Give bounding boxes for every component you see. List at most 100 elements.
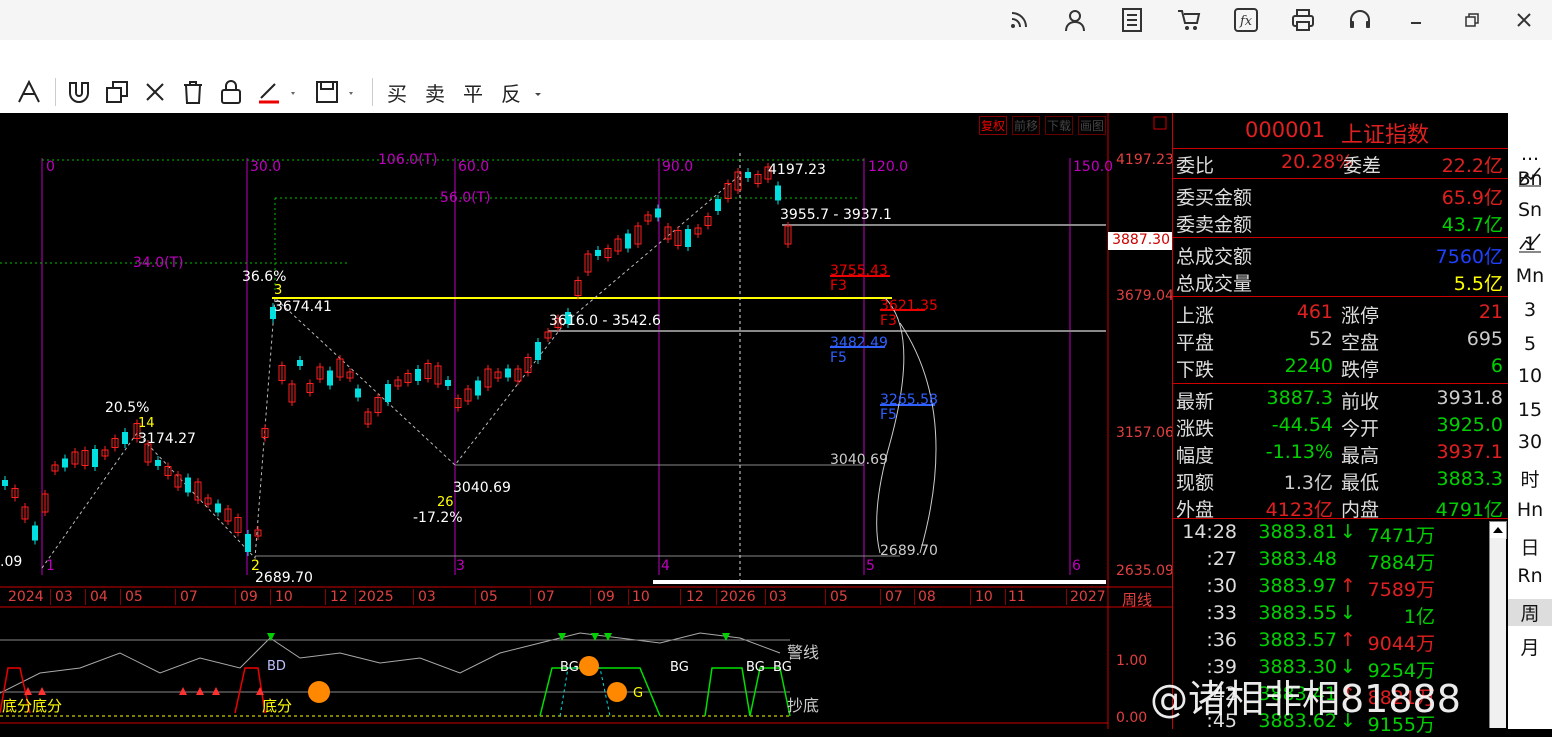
tick-time: 14:28 [1182, 521, 1237, 543]
text-tool-icon[interactable] [15, 76, 43, 108]
svg-text:fx: fx [1239, 14, 1253, 29]
period-button[interactable]: 月 [1508, 633, 1552, 660]
price-axis-label: 2635.09 [1116, 563, 1174, 579]
scroll-up-icon[interactable] [1489, 521, 1507, 539]
open-value: 3925.0 [1436, 414, 1503, 436]
period-button[interactable]: 15 [1508, 399, 1552, 421]
period-label[interactable]: 周线 [1122, 589, 1152, 610]
delete-x-icon[interactable] [141, 76, 169, 108]
time-axis-label: 11 [1008, 589, 1026, 605]
panel-toggle-icon[interactable] [1153, 116, 1167, 130]
copy-icon[interactable] [103, 76, 131, 108]
period-button[interactable]: 日 [1508, 533, 1552, 560]
chevron-down-icon[interactable] [528, 76, 548, 108]
trash-icon[interactable] [179, 76, 207, 108]
prev-close-value: 3931.8 [1436, 387, 1503, 409]
period-button[interactable]: 5 [1508, 333, 1552, 355]
last-value: 3887.3 [1266, 387, 1333, 409]
line-chart-icon[interactable] [1518, 231, 1542, 253]
signal-label: BG [773, 660, 792, 675]
time-axis-label: 08 [918, 589, 936, 605]
period-button[interactable]: 时 [1508, 465, 1552, 492]
low-label: 最低 [1341, 472, 1380, 494]
signal-label: BG [670, 660, 689, 675]
total-amount-value: 7560亿 [1435, 246, 1503, 268]
low-value: 3883.3 [1436, 468, 1503, 490]
price-annotation: 2689.70 [255, 570, 313, 586]
formula-icon[interactable]: fx [1232, 6, 1260, 34]
shift-button[interactable]: 前移 [1012, 116, 1041, 135]
projection-label: 3621.35 [880, 298, 938, 314]
close-icon[interactable] [1510, 6, 1538, 34]
projection-label: F5 [830, 350, 847, 366]
lock-icon[interactable] [217, 76, 245, 108]
download-button[interactable]: 下载 [1045, 116, 1074, 135]
projection-label: 3040.69 [830, 452, 888, 468]
adjust-button[interactable]: 复权 [979, 116, 1008, 135]
reverse-button[interactable]: 反 [497, 76, 525, 108]
tick-direction: ↓ [1340, 521, 1356, 543]
tick-direction: ↓ [1340, 602, 1356, 624]
signal-label: 底分 [262, 697, 293, 715]
buy-button[interactable]: 买 [383, 76, 411, 108]
projection-label: F3 [880, 313, 897, 329]
cycle-number: 1 [46, 558, 55, 574]
minimize-icon[interactable] [1402, 6, 1430, 34]
time-axis-label: 07 [885, 589, 903, 605]
document-icon[interactable] [1118, 6, 1146, 34]
pct-label: 幅度 [1176, 445, 1215, 467]
sell-button[interactable]: 卖 [421, 76, 449, 108]
flat-label: 平盘 [1176, 332, 1215, 354]
tick-scrollbar[interactable] [1489, 538, 1506, 728]
open-label: 今开 [1341, 418, 1380, 440]
rss-icon[interactable] [1005, 6, 1033, 34]
current-price-tag: 3887.30 [1108, 232, 1172, 250]
signal-label: BG [560, 660, 579, 675]
period-button[interactable]: Hn [1508, 499, 1552, 521]
cart-icon[interactable] [1175, 6, 1203, 34]
magnet-icon[interactable] [65, 76, 93, 108]
period-button[interactable]: Sn [1508, 199, 1552, 221]
tick-volume: 7884万 [1367, 552, 1435, 574]
price-axis-label: 3157.06 [1116, 425, 1174, 441]
suspend-label: 空盘 [1341, 332, 1380, 354]
period-button[interactable]: Rn [1508, 565, 1552, 587]
period-button[interactable]: 30 [1508, 431, 1552, 453]
projection-label: 3482.49 [830, 335, 888, 351]
time-axis-label: 05 [830, 589, 848, 605]
period-button[interactable]: 3 [1508, 299, 1552, 321]
period-button[interactable]: Mn [1508, 265, 1552, 287]
period-button[interactable]: 10 [1508, 365, 1552, 387]
change-label: 涨跌 [1176, 418, 1215, 440]
cycle-number: 6 [1072, 558, 1081, 574]
pct-annotation: -17.2% [413, 510, 463, 526]
line-chart-icon[interactable] [1518, 165, 1542, 187]
user-icon[interactable] [1061, 6, 1089, 34]
period-button[interactable]: 周 [1508, 599, 1552, 626]
tick-direction: ↑ [1340, 575, 1356, 597]
kline-chart-area[interactable]: 复权 前移 下载 画图 4197.23 3679.04 3157.06 2635… [0, 113, 1174, 729]
time-axis-label: 07 [537, 589, 555, 605]
chart-canvas[interactable] [0, 113, 1172, 729]
signal-label: BG [746, 660, 765, 675]
down-value: 2240 [1284, 355, 1333, 377]
prev-close-label: 前收 [1341, 391, 1380, 413]
close-position-button[interactable]: 平 [459, 76, 487, 108]
tick-time: :33 [1206, 602, 1237, 624]
price-annotation: 3674.41 [274, 299, 332, 315]
printer-icon[interactable] [1289, 6, 1317, 34]
price-annotation: .09 [0, 554, 23, 570]
time-axis-label: 07 [180, 589, 198, 605]
window-title-bar [0, 0, 1552, 41]
headset-icon[interactable] [1346, 6, 1374, 34]
tick-volume: 7589万 [1367, 579, 1435, 601]
draw-button[interactable]: 画图 [1078, 116, 1107, 135]
stock-code: 000001 [1245, 118, 1326, 142]
pen-color-icon[interactable] [255, 76, 299, 108]
buy-amount-value: 65.9亿 [1441, 187, 1503, 209]
save-icon[interactable] [313, 76, 361, 108]
time-axis-label: 09 [597, 589, 615, 605]
period-button[interactable]: ... [1508, 143, 1552, 165]
restore-icon[interactable] [1458, 6, 1486, 34]
projection-label: 3265.58 [880, 392, 938, 408]
